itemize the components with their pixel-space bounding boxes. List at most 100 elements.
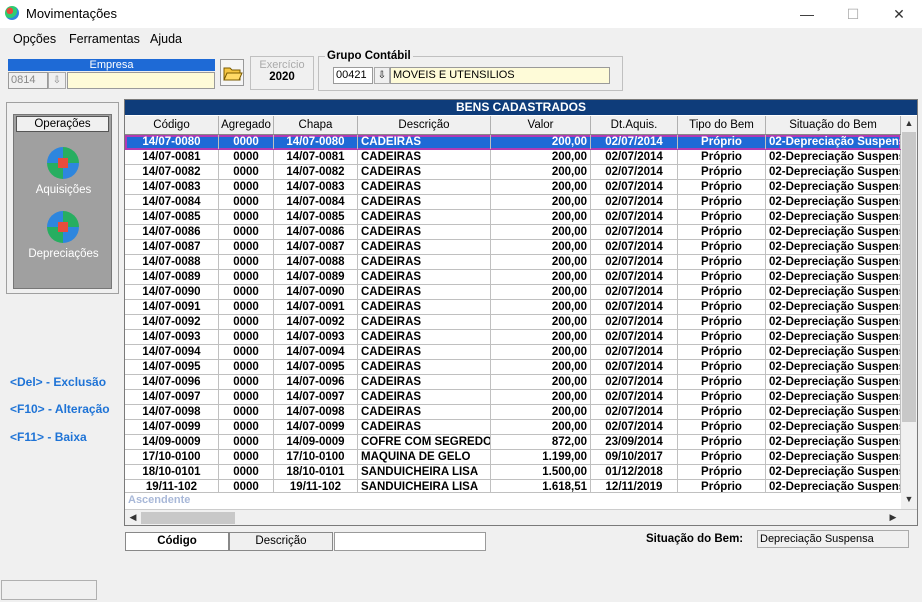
cell-situacao-bem: 02-Depreciação Suspensa: [766, 270, 901, 284]
table-row[interactable]: 17/10-0100 0000 17/10-0100 MAQUINA DE GELO 1…: [125, 450, 901, 465]
cell-agregado: 0000: [219, 285, 274, 299]
cell-chapa: 14/07-0086: [274, 225, 358, 239]
empresa-code-field[interactable]: 0814: [8, 72, 48, 89]
cell-dt-aquis: 02/07/2014: [591, 165, 678, 179]
table-row[interactable]: 14/07-0089 0000 14/07-0089 CADEIRAS 200,00 02…: [125, 270, 901, 285]
column-header-situacao-bem[interactable]: Situação do Bem: [766, 116, 901, 134]
cell-codigo: 14/07-0087: [125, 240, 219, 254]
menu-opcoes[interactable]: Opções: [13, 32, 56, 46]
cell-chapa: 18/10-0101: [274, 465, 358, 479]
table-row[interactable]: 14/07-0099 0000 14/07-0099 CADEIRAS 200,00 02…: [125, 420, 901, 435]
cell-chapa: 14/07-0096: [274, 375, 358, 389]
cell-descricao: CADEIRAS: [358, 240, 491, 254]
vertical-scrollbar[interactable]: ▲ ▼: [901, 116, 917, 509]
cell-chapa: 14/07-0082: [274, 165, 358, 179]
cell-agregado: 0000: [219, 195, 274, 209]
cell-descricao: CADEIRAS: [358, 180, 491, 194]
table-row[interactable]: 14/07-0097 0000 14/07-0097 CADEIRAS 200,00 02…: [125, 390, 901, 405]
grupo-dropdown-button[interactable]: ⇩: [374, 67, 390, 84]
cell-agregado: 0000: [219, 135, 274, 149]
table-row[interactable]: 14/07-0091 0000 14/07-0091 CADEIRAS 200,00 02…: [125, 300, 901, 315]
minimize-button[interactable]: —: [784, 0, 830, 28]
depreciacoes-icon[interactable]: [47, 211, 79, 243]
title-bar: Movimentações — ☐ ✕: [0, 0, 922, 28]
cell-agregado: 0000: [219, 150, 274, 164]
cell-dt-aquis: 02/07/2014: [591, 405, 678, 419]
table-row[interactable]: 14/09-0009 0000 14/09-0009 COFRE COM SEGRED…: [125, 435, 901, 450]
table-row[interactable]: 14/07-0081 0000 14/07-0081 CADEIRAS 200,00 02…: [125, 150, 901, 165]
horizontal-scroll-thumb[interactable]: [141, 512, 235, 524]
maximize-button[interactable]: ☐: [830, 0, 876, 28]
table-row[interactable]: 14/07-0084 0000 14/07-0084 CADEIRAS 200,00 02…: [125, 195, 901, 210]
cell-tipo-bem: Próprio: [678, 375, 766, 389]
table-row[interactable]: 14/07-0083 0000 14/07-0083 CADEIRAS 200,00 02…: [125, 180, 901, 195]
situacao-value: Depreciação Suspensa: [757, 530, 909, 548]
table-row[interactable]: 14/07-0086 0000 14/07-0086 CADEIRAS 200,00 02…: [125, 225, 901, 240]
search-input[interactable]: [334, 532, 486, 551]
table-row[interactable]: 14/07-0085 0000 14/07-0085 CADEIRAS 200,00 02…: [125, 210, 901, 225]
scroll-up-arrow-icon[interactable]: ▲: [901, 118, 917, 128]
cell-valor: 200,00: [491, 210, 591, 224]
cell-agregado: 0000: [219, 165, 274, 179]
tab-codigo[interactable]: Código: [125, 532, 229, 551]
cell-situacao-bem: 02-Depreciação Suspensa: [766, 210, 901, 224]
menu-ferramentas[interactable]: Ferramentas: [69, 32, 140, 46]
cell-tipo-bem: Próprio: [678, 285, 766, 299]
cell-dt-aquis: 09/10/2017: [591, 450, 678, 464]
scroll-left-arrow-icon[interactable]: ◀: [125, 512, 141, 523]
column-header-codigo[interactable]: Código: [125, 116, 219, 134]
table-row[interactable]: 14/07-0087 0000 14/07-0087 CADEIRAS 200,00 02…: [125, 240, 901, 255]
open-folder-button[interactable]: [220, 59, 244, 86]
cell-agregado: 0000: [219, 405, 274, 419]
grupo-name-field[interactable]: MOVEIS E UTENSILIOS: [390, 67, 610, 84]
cell-agregado: 0000: [219, 210, 274, 224]
cell-agregado: 0000: [219, 465, 274, 479]
cell-descricao: CADEIRAS: [358, 345, 491, 359]
tab-descricao[interactable]: Descrição: [229, 532, 333, 551]
table-row[interactable]: 14/07-0093 0000 14/07-0093 CADEIRAS 200,00 02…: [125, 330, 901, 345]
cell-codigo: 14/07-0088: [125, 255, 219, 269]
cell-descricao: CADEIRAS: [358, 375, 491, 389]
table-row[interactable]: 14/07-0096 0000 14/07-0096 CADEIRAS 200,00 02…: [125, 375, 901, 390]
aquisicoes-icon[interactable]: [47, 147, 79, 179]
table-row[interactable]: 14/07-0094 0000 14/07-0094 CADEIRAS 200,00 02…: [125, 345, 901, 360]
cell-situacao-bem: 02-Depreciação Suspensa: [766, 195, 901, 209]
grid-footer-row: Ascendente: [125, 492, 901, 510]
column-header-agregado[interactable]: Agregado: [219, 116, 274, 134]
cell-descricao: CADEIRAS: [358, 225, 491, 239]
vertical-scroll-thumb[interactable]: [902, 132, 916, 422]
column-header-tipo-bem[interactable]: Tipo do Bem: [678, 116, 766, 134]
cell-codigo: 14/07-0086: [125, 225, 219, 239]
cell-valor: 200,00: [491, 405, 591, 419]
table-row[interactable]: 14/07-0080 0000 14/07-0080 CADEIRAS 200,00 02…: [125, 135, 901, 150]
table-row[interactable]: 14/07-0098 0000 14/07-0098 CADEIRAS 200,00 02…: [125, 405, 901, 420]
cell-chapa: 14/07-0095: [274, 360, 358, 374]
cell-codigo: 14/07-0091: [125, 300, 219, 314]
empresa-dropdown-button[interactable]: ⇩: [48, 72, 66, 89]
scroll-right-arrow-icon[interactable]: ▶: [885, 512, 901, 523]
table-row[interactable]: 14/07-0090 0000 14/07-0090 CADEIRAS 200,00 02…: [125, 285, 901, 300]
column-header-valor[interactable]: Valor: [491, 116, 591, 134]
cell-descricao: CADEIRAS: [358, 390, 491, 404]
app-icon: [5, 6, 19, 20]
horizontal-scrollbar[interactable]: ◀ ▶: [125, 509, 917, 525]
depreciacoes-label[interactable]: Depreciações: [14, 248, 113, 260]
column-header-descricao[interactable]: Descrição: [358, 116, 491, 134]
grupo-code-field[interactable]: 00421: [333, 67, 373, 84]
cell-agregado: 0000: [219, 255, 274, 269]
table-row[interactable]: 14/07-0092 0000 14/07-0092 CADEIRAS 200,00 02…: [125, 315, 901, 330]
empresa-name-field[interactable]: [67, 72, 215, 89]
menu-ajuda[interactable]: Ajuda: [150, 32, 182, 46]
table-row[interactable]: 18/10-0101 0000 18/10-0101 SANDUICHEIRA LIS…: [125, 465, 901, 480]
table-row[interactable]: 14/07-0095 0000 14/07-0095 CADEIRAS 200,00 02…: [125, 360, 901, 375]
scroll-down-arrow-icon[interactable]: ▼: [901, 494, 917, 504]
table-row[interactable]: 14/07-0088 0000 14/07-0088 CADEIRAS 200,00 02…: [125, 255, 901, 270]
cell-agregado: 0000: [219, 240, 274, 254]
table-row[interactable]: 14/07-0082 0000 14/07-0082 CADEIRAS 200,00 02…: [125, 165, 901, 180]
cell-agregado: 0000: [219, 375, 274, 389]
aquisicoes-label[interactable]: Aquisições: [14, 184, 113, 196]
column-header-dt-aquis[interactable]: Dt.Aquis.: [591, 116, 678, 134]
shortcut-del: <Del> - Exclusão: [10, 375, 107, 389]
column-header-chapa[interactable]: Chapa: [274, 116, 358, 134]
close-button[interactable]: ✕: [876, 0, 922, 28]
